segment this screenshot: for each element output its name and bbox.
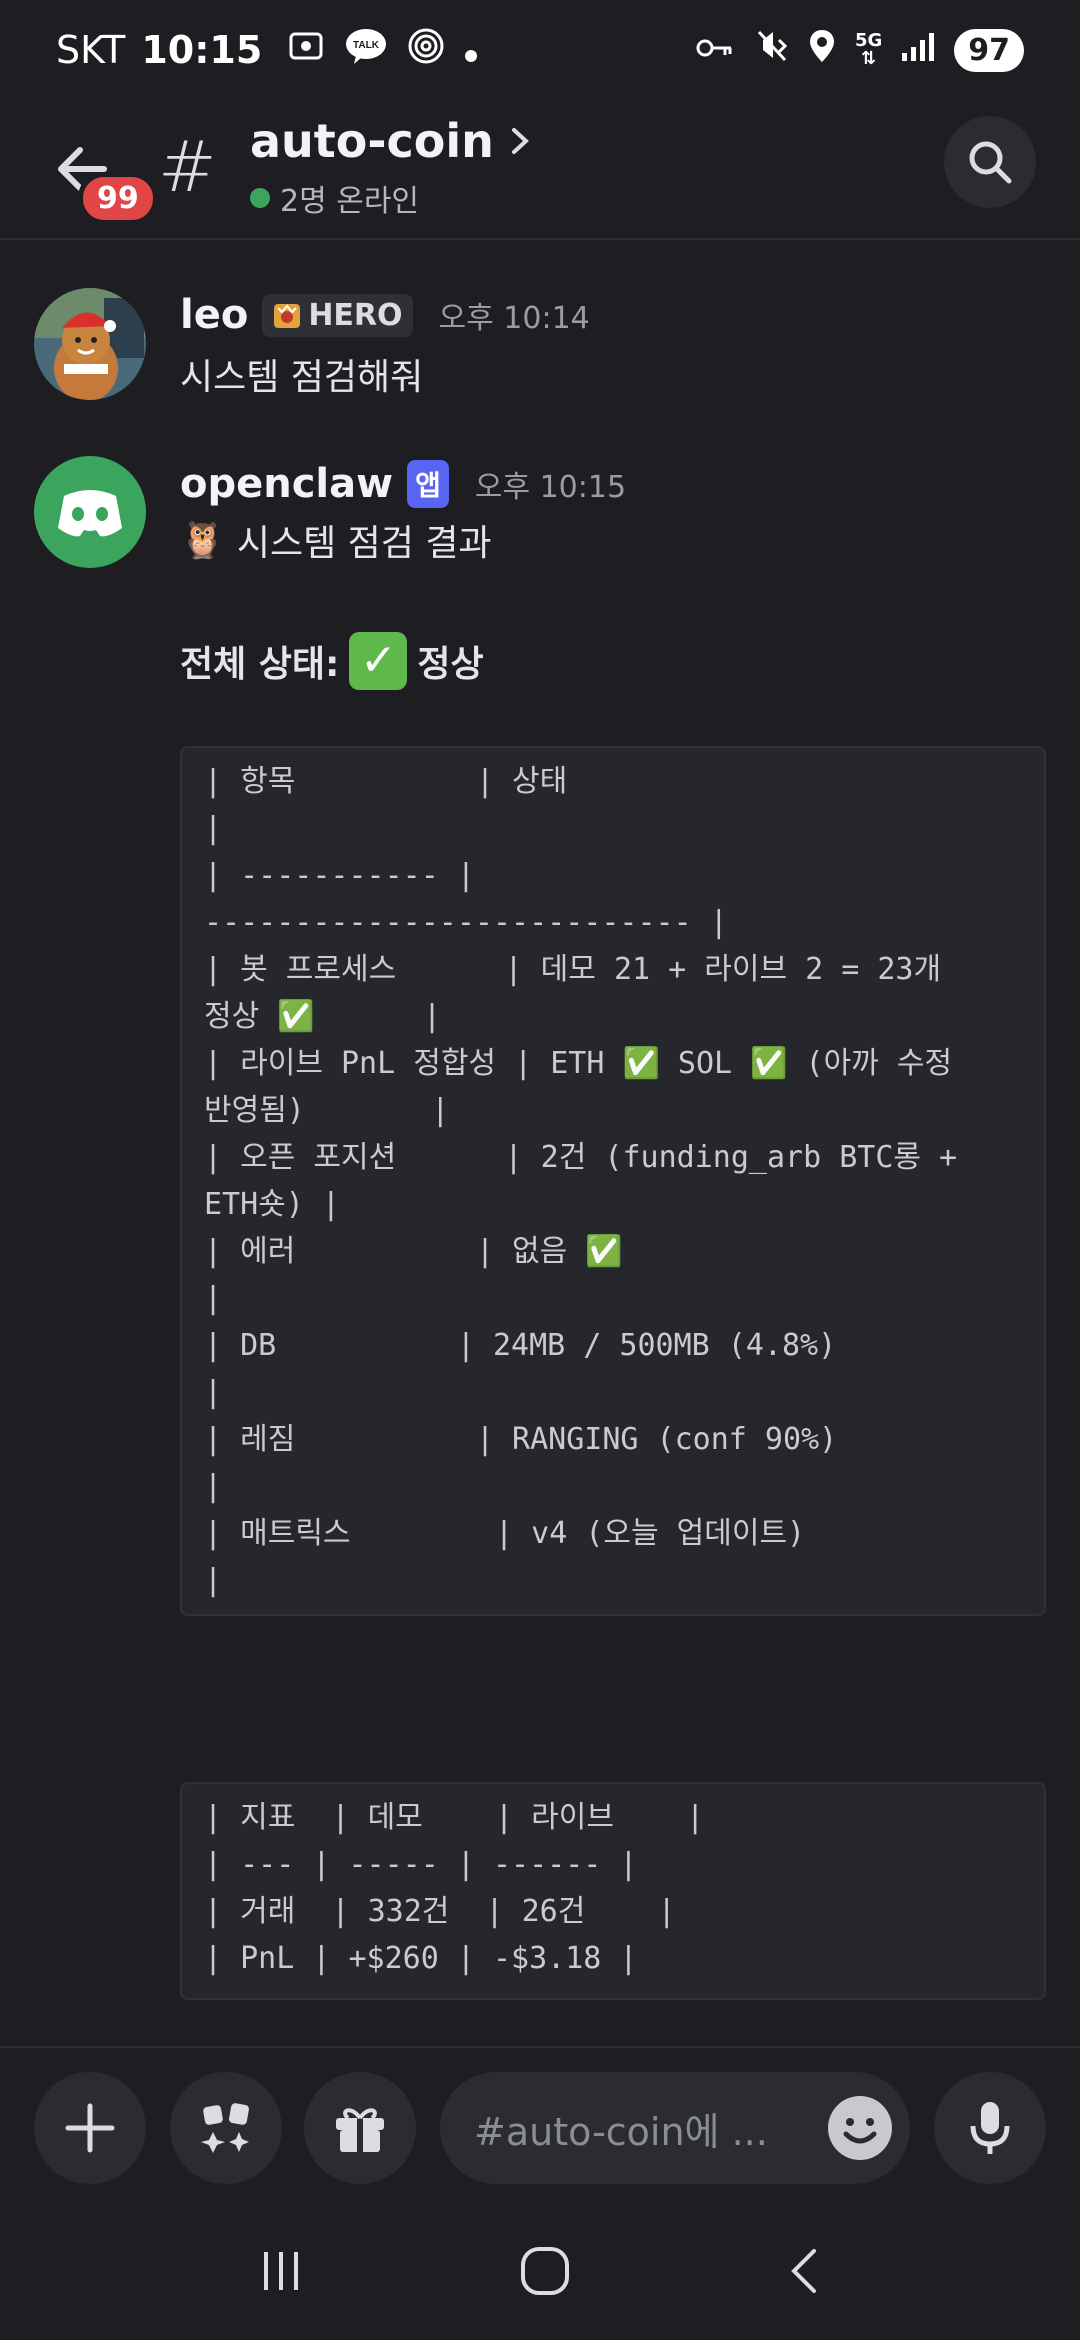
microphone-icon <box>970 2102 1010 2154</box>
check-icon: ✓ <box>349 632 408 690</box>
timestamp: 오후 10:15 <box>474 470 627 505</box>
code-line: | <box>204 1469 223 1504</box>
hero-badge-label: HERO <box>308 297 403 333</box>
crown-icon <box>274 304 301 328</box>
home-icon <box>520 2247 569 2295</box>
vibrate-icon <box>753 28 789 73</box>
code-line: | <box>204 811 223 846</box>
code-line: | 라이브 PnL 정합성 | ETH ✅ SOL ✅ (아까 수정 <box>204 1046 953 1081</box>
overall-status-label: 전체 상태: <box>180 644 340 685</box>
svg-text:TALK: TALK <box>353 40 380 51</box>
apps-icon <box>201 2103 249 2153</box>
unread-badge: 99 <box>78 172 158 225</box>
code-line: | 거래 | 332건 | 26건 | <box>204 1894 676 1929</box>
username-openclaw[interactable]: openclaw <box>180 461 393 507</box>
avatar-openclaw[interactable] <box>34 456 146 568</box>
online-dot <box>250 188 270 208</box>
nav-back-button[interactable] <box>784 2243 824 2303</box>
code-line: | PnL | +$260 | -$3.18 | <box>204 1941 638 1976</box>
vpn-key-icon <box>695 28 735 72</box>
code-line: 정상 ✅ | <box>204 999 442 1034</box>
online-status: 2명 온라인 <box>250 176 419 220</box>
notification-dot-icon <box>464 28 478 72</box>
overall-status-value: 정상 <box>417 644 484 685</box>
result-title: 🦉 시스템 점검 결과 <box>180 514 492 566</box>
search-button[interactable] <box>944 116 1036 208</box>
code-line: --------------------------- | <box>204 905 728 940</box>
emoji-icon <box>843 2118 877 2144</box>
apps-button[interactable] <box>170 2072 282 2184</box>
discord-channel-screen: SKT 10:15 TALK 5G ⇅ 97 99 # auto-coin 2명… <box>0 0 1080 2340</box>
code-line: | --- | ----- | ------ | <box>204 1847 638 1882</box>
code-line: | <box>204 1375 223 1410</box>
code-line: | <box>204 1563 223 1598</box>
message-input-placeholder: #auto-coin에 ... <box>474 2109 768 2154</box>
code-line: | <box>204 1281 223 1316</box>
code-block-system-table[interactable]: | 항목 | 상태 | | ----------- | ---------------… <box>180 746 1046 1616</box>
channel-name: auto-coin <box>250 114 494 168</box>
system-nav-bar <box>0 2206 1080 2340</box>
username-leo[interactable]: leo <box>180 292 248 338</box>
code-line: | 레짐 | RANGING (conf 90%) <box>204 1422 838 1457</box>
location-icon <box>807 28 837 73</box>
code-line: | ----------- | <box>204 858 475 893</box>
message-text: 시스템 점검해줘 <box>180 357 424 398</box>
battery-level: 97 <box>954 28 1024 72</box>
search-icon <box>969 141 1012 184</box>
back-icon <box>791 2249 817 2293</box>
code-line: 반영됨) | <box>204 1093 450 1128</box>
kakaotalk-icon: TALK <box>344 26 388 75</box>
home-button[interactable] <box>517 2243 573 2303</box>
status-bar: SKT 10:15 TALK 5G ⇅ 97 <box>0 0 1080 100</box>
message-input[interactable]: #auto-coin에 ... <box>440 2072 910 2184</box>
channel-title[interactable]: auto-coin <box>250 114 532 168</box>
owl-emoji: 🦉 <box>180 520 225 561</box>
online-count: 2명 온라인 <box>280 184 420 219</box>
clock: 10:15 <box>141 28 263 72</box>
app-badge: 앱 <box>407 460 449 508</box>
add-button[interactable] <box>34 2072 146 2184</box>
code-line: ETH숏) | <box>204 1187 340 1222</box>
result-title-text: 시스템 점검 결과 <box>236 523 492 564</box>
code-line: | 매트릭스 | v4 (오늘 업데이트) <box>204 1516 806 1551</box>
plus-icon <box>65 2103 115 2153</box>
code-line: | 봇 프로세스 | 데모 21 + 라이브 2 = 23개 <box>204 952 942 987</box>
channel-header: 99 # auto-coin 2명 온라인 <box>0 100 1080 240</box>
overall-status: 전체 상태: ✓ 정상 <box>180 632 484 690</box>
code-block-metrics-table[interactable]: | 지표 | 데모 | 라이브 | | --- | ----- | ------ … <box>180 1782 1046 2000</box>
hash-icon: # <box>158 126 217 208</box>
network-type: 5G ⇅ <box>854 30 883 69</box>
carrier-label: SKT <box>56 28 126 72</box>
recents-icon <box>263 2252 298 2290</box>
emoji-button[interactable] <box>828 2096 892 2160</box>
screenshot-icon <box>286 26 326 75</box>
code-line: | 지표 | 데모 | 라이브 | <box>204 1800 705 1835</box>
code-line: | 오픈 포지션 | 2건 (funding_arb BTC롱 + <box>204 1140 958 1175</box>
hero-badge[interactable]: HERO <box>262 293 413 337</box>
signal-icon <box>900 28 936 72</box>
code-line: | 항목 | 상태 <box>204 764 568 799</box>
gift-button[interactable] <box>304 2072 416 2184</box>
message-composer: #auto-coin에 ... <box>0 2046 1080 2206</box>
discord-logo-icon <box>34 456 146 568</box>
code-line: | 에러 | 없음 ✅ <box>204 1234 623 1269</box>
timestamp: 오후 10:14 <box>438 301 590 336</box>
fingerprint-icon <box>406 26 446 75</box>
recents-button[interactable] <box>256 2246 306 2300</box>
chevron-right-icon <box>511 128 529 154</box>
voice-button[interactable] <box>934 2072 1046 2184</box>
avatar-leo[interactable] <box>34 288 146 400</box>
gingerbread-avatar-image <box>34 288 146 400</box>
code-line: | DB | 24MB / 500MB (4.8%) <box>204 1328 837 1363</box>
gift-icon <box>336 2108 384 2152</box>
